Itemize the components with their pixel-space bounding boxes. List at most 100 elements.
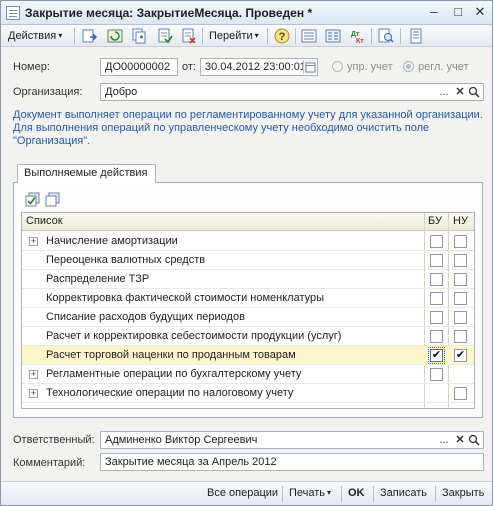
title-bar: Закрытие месяца: ЗакрытиеМесяца. Проведе… [1, 1, 492, 25]
reg-accounting-radio[interactable] [403, 61, 414, 72]
svg-text:Дт: Дт [351, 31, 360, 38]
nu-checkbox[interactable] [454, 273, 467, 286]
select-dots-icon[interactable]: ... [438, 432, 450, 448]
date-field[interactable]: 30.04.2012 23:00:01 [200, 58, 318, 76]
nu-checkbox[interactable] [454, 254, 467, 267]
organization-note: Документ выполняет операции по регламент… [13, 109, 483, 147]
bu-checkbox[interactable] [430, 330, 443, 343]
organization-field[interactable]: Добро ... ✕ [100, 83, 484, 101]
bu-checkbox[interactable] [430, 311, 443, 324]
help-icon[interactable]: ? [274, 28, 290, 44]
tab-performed-actions[interactable]: Выполняемые действия [17, 164, 156, 183]
ok-button[interactable]: OK [348, 487, 365, 499]
search-icon[interactable] [468, 432, 480, 448]
all-operations-button[interactable]: Все операции [207, 487, 278, 499]
refresh-icon[interactable] [107, 28, 123, 44]
document-window: Закрытие месяца: ЗакрытиеМесяца. Проведе… [0, 0, 493, 506]
goto-menu-label: Перейти [209, 30, 253, 42]
responsible-value: Админенко Виктор Сергеевич [105, 434, 258, 446]
toolbar-separator [400, 28, 401, 44]
mgmt-accounting-radio[interactable] [332, 61, 343, 72]
bu-checkbox[interactable] [430, 273, 443, 286]
actions-menu-button[interactable]: Действия ▾ [8, 28, 62, 44]
number-label: Номер: [13, 61, 50, 73]
comment-label: Комментарий: [13, 457, 86, 469]
responsible-field[interactable]: Админенко Виктор Сергеевич ... ✕ [100, 431, 484, 449]
actions-table: Список БУ НУ + Начисление амортизации Пере… [21, 212, 475, 409]
date-label: от: [182, 61, 196, 73]
list-icon[interactable] [408, 28, 424, 44]
toolbar-separator [295, 28, 296, 44]
nu-checkbox[interactable] [454, 235, 467, 248]
debit-credit-icon[interactable]: Дт Кт [350, 28, 366, 45]
bu-checkbox[interactable] [430, 368, 443, 381]
expand-icon[interactable]: + [29, 389, 38, 398]
command-separator [282, 486, 283, 502]
column-header-nu[interactable]: НУ [453, 215, 468, 227]
comment-field[interactable]: Закрытие месяца за Апрель 2012 [100, 453, 484, 471]
svg-text:?: ? [279, 31, 286, 43]
row-label: Списание расходов будущих периодов [46, 311, 245, 323]
bu-checkbox[interactable] [430, 235, 443, 248]
copy-icon[interactable] [131, 28, 147, 44]
column-header-list[interactable]: Список [26, 215, 63, 227]
calendar-icon[interactable] [303, 60, 316, 74]
find-icon[interactable] [378, 28, 394, 44]
nu-checkbox[interactable] [454, 292, 467, 305]
table-header: Список БУ НУ [22, 213, 474, 231]
structure-icon[interactable] [301, 28, 317, 44]
unpost-icon[interactable] [181, 28, 197, 44]
movements-icon[interactable] [325, 28, 341, 44]
toolbar: Действия ▾ Перейти ▾ ? Дт Кт [1, 25, 492, 47]
bu-checkbox[interactable]: ✔ [428, 347, 445, 364]
clear-icon[interactable]: ✕ [454, 432, 466, 448]
clear-icon[interactable]: ✕ [454, 84, 466, 100]
check-all-icon[interactable] [25, 192, 41, 208]
nu-checkbox[interactable] [454, 387, 467, 400]
close-window-button[interactable]: ✕ [471, 4, 489, 21]
search-icon[interactable] [468, 84, 480, 100]
toolbar-separator [202, 28, 203, 44]
table-row[interactable]: + Регламентные операции по бухгалтерскому… [22, 365, 474, 384]
toolbar-separator [74, 28, 75, 44]
select-dots-icon[interactable]: ... [438, 84, 450, 100]
table-row[interactable]: Распределение ТЗР [22, 270, 474, 289]
chevron-down-icon: ▾ [254, 31, 259, 40]
row-label: Распределение ТЗР [46, 273, 150, 285]
table-row[interactable]: Расчет торговой наценки по проданным тов… [22, 346, 474, 365]
nu-checkbox[interactable]: ✔ [454, 349, 467, 362]
expand-icon[interactable]: + [29, 370, 38, 379]
save-button[interactable]: Записать [380, 487, 427, 499]
bu-checkbox[interactable] [430, 292, 443, 305]
row-label: Начисление амортизации [46, 235, 178, 247]
goto-menu-button[interactable]: Перейти ▾ [209, 28, 259, 44]
command-separator [435, 486, 436, 502]
post-and-close-icon[interactable] [81, 28, 98, 44]
chevron-down-icon: ▾ [58, 31, 63, 40]
toolbar-separator [267, 28, 268, 44]
print-menu-button[interactable]: Печать ▾ [289, 487, 331, 499]
responsible-label: Ответственный: [13, 434, 95, 446]
table-row[interactable]: Списание расходов будущих периодов [22, 308, 474, 327]
row-label: Расчет торговой наценки по проданным тов… [46, 349, 296, 361]
post-icon[interactable] [157, 28, 173, 44]
print-label: Печать [289, 487, 326, 499]
table-row[interactable]: + Технологические операции по налоговому … [22, 384, 474, 403]
table-row[interactable]: Переоценка валютных средств [22, 251, 474, 270]
row-label: Переоценка валютных средств [46, 254, 206, 266]
expand-icon[interactable]: + [29, 237, 38, 246]
date-value: 30.04.2012 23:00:01 [205, 61, 306, 73]
nu-checkbox[interactable] [454, 330, 467, 343]
maximize-button[interactable]: □ [449, 4, 467, 21]
table-row[interactable]: Корректировка фактической стоимости номе… [22, 289, 474, 308]
nu-checkbox[interactable] [454, 311, 467, 324]
uncheck-all-icon[interactable] [45, 192, 61, 208]
minimize-button[interactable]: – [425, 4, 443, 21]
row-label: Корректировка фактической стоимости номе… [46, 292, 325, 304]
bu-checkbox[interactable] [430, 254, 443, 267]
column-header-bu[interactable]: БУ [428, 215, 442, 227]
number-field[interactable]: ДО00000002 [100, 58, 178, 76]
table-row[interactable]: + Начисление амортизации [22, 232, 474, 251]
table-row[interactable]: Расчет и корректировка себестоимости про… [22, 327, 474, 346]
close-button[interactable]: Закрыть [442, 487, 484, 499]
